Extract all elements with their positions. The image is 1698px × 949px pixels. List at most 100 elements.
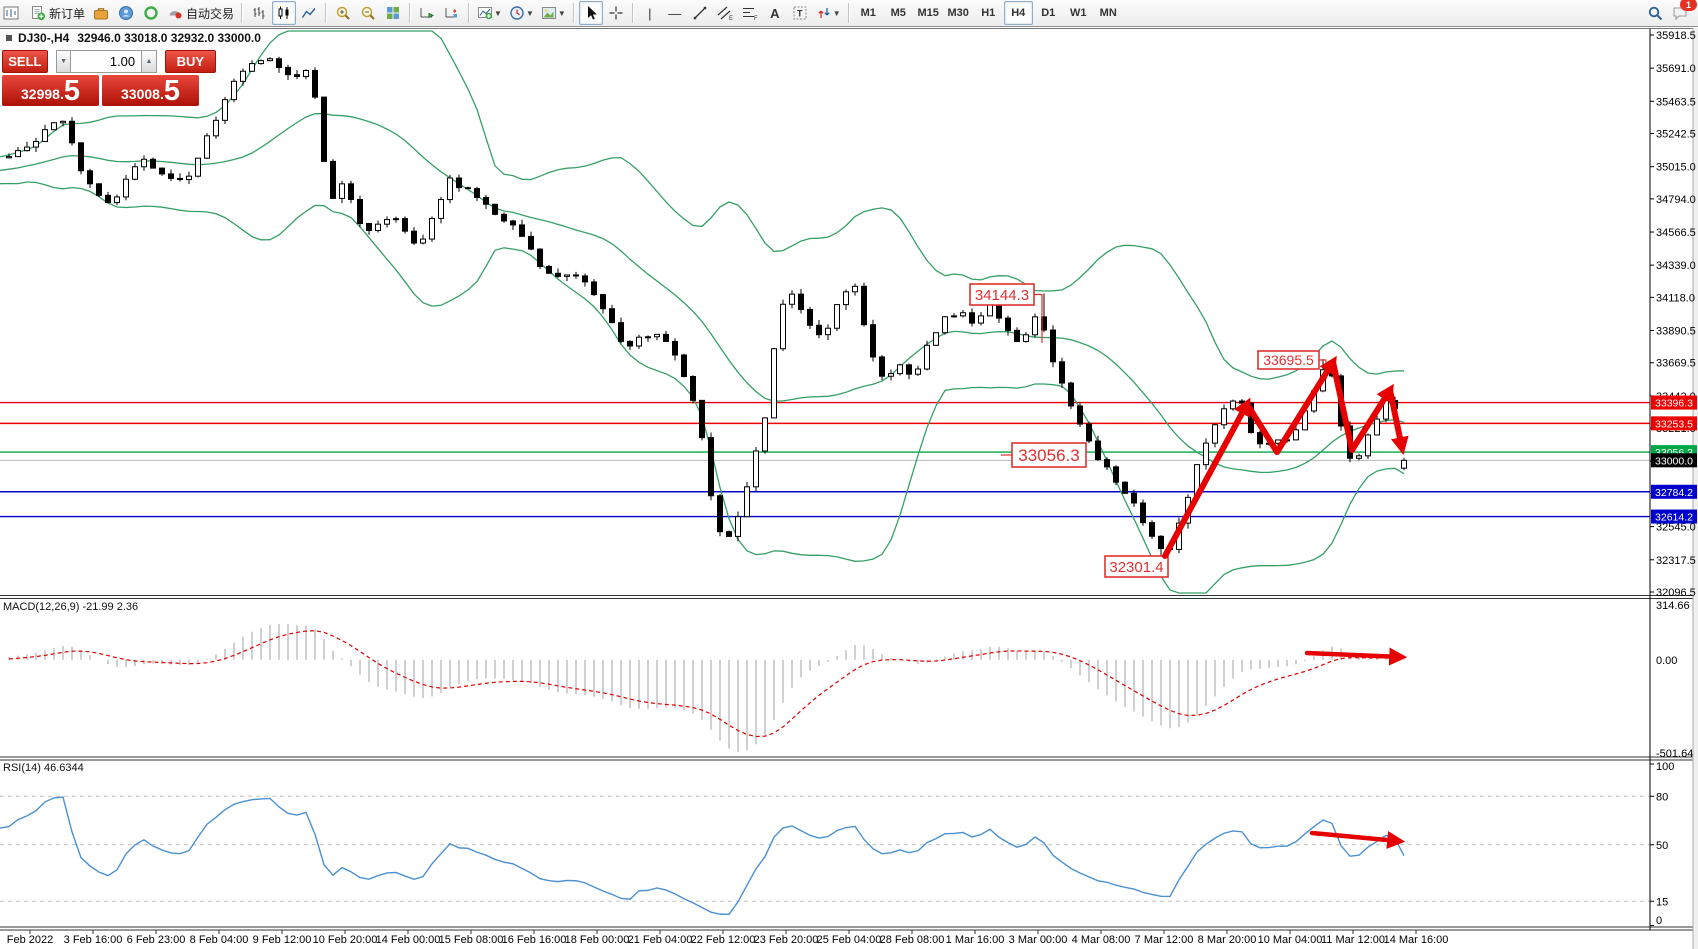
- candle-body: [700, 400, 705, 437]
- tf-d1-button[interactable]: D1: [1034, 1, 1063, 25]
- fibonacci-tool-button[interactable]: F: [738, 1, 762, 25]
- tf-m5-button[interactable]: M5: [884, 1, 913, 25]
- one-click-trading-panel: SELL ▼ 1.00 ▲ BUY 32998.5 33008.5: [2, 50, 216, 106]
- crosshair-tool-button[interactable]: [604, 1, 628, 25]
- buy-price-display[interactable]: 33008.5: [102, 75, 199, 106]
- candle-body: [898, 365, 903, 374]
- tf-m30-button[interactable]: M30: [944, 1, 973, 25]
- buy-price-main: 33008: [121, 83, 160, 105]
- community-button[interactable]: [139, 1, 163, 25]
- chart-shift-button[interactable]: [440, 1, 464, 25]
- buy-button[interactable]: BUY: [165, 50, 216, 73]
- candle-body: [502, 214, 507, 221]
- buy-price-pip: 5: [164, 78, 180, 105]
- candle-body: [592, 282, 597, 295]
- sell-button[interactable]: SELL: [2, 50, 48, 73]
- candle-body: [511, 221, 516, 225]
- vertical-line-tool-button[interactable]: |: [638, 1, 662, 25]
- chart-window-icon[interactable]: [2, 1, 26, 25]
- candle-body: [259, 61, 264, 64]
- axis-label: 6 Feb 23:00: [127, 934, 186, 946]
- candle-body: [574, 275, 579, 276]
- candle-body: [1159, 536, 1164, 548]
- candle-body: [727, 532, 732, 537]
- candle-body: [268, 59, 273, 61]
- candle-body: [403, 219, 408, 232]
- candle-body: [871, 325, 876, 357]
- macd-indicator-label: MACD(12,26,9) -21.99 2.36: [3, 601, 138, 613]
- svg-text:F: F: [754, 16, 758, 21]
- channel-tool-button[interactable]: E: [713, 1, 737, 25]
- auto-scroll-button[interactable]: [415, 1, 439, 25]
- candle-body: [610, 309, 615, 323]
- candle-body: [799, 294, 804, 309]
- candle-body: [43, 130, 48, 142]
- axis-label: 34566.5: [1656, 227, 1696, 239]
- candle-body: [1150, 523, 1155, 537]
- candle-body: [169, 174, 174, 178]
- tf-h1-button[interactable]: H1: [974, 1, 1003, 25]
- zoom-out-button[interactable]: [356, 1, 380, 25]
- candle-body: [484, 198, 489, 205]
- indicators-button[interactable]: ▼: [474, 1, 505, 25]
- axis-label: 8 Mar 20:00: [1198, 934, 1257, 946]
- sell-price-display[interactable]: 32998.5: [2, 75, 99, 106]
- line-chart-mode-button[interactable]: [297, 1, 321, 25]
- fibonacci-icon: F: [741, 5, 758, 21]
- candle-body: [844, 292, 849, 305]
- templates-button[interactable]: ▼: [538, 1, 569, 25]
- autotrading-icon: [167, 5, 183, 21]
- tf-m1-button[interactable]: M1: [854, 1, 883, 25]
- candle-body: [934, 333, 939, 346]
- tf-m15-button[interactable]: M15: [914, 1, 943, 25]
- search-button[interactable]: [1643, 1, 1667, 25]
- tf-mn-button[interactable]: MN: [1094, 1, 1123, 25]
- tf-h4-button[interactable]: H4: [1004, 1, 1033, 25]
- toolbar-separator: [848, 3, 850, 23]
- candle-body: [1357, 456, 1362, 458]
- candlestick-icon: [276, 5, 292, 21]
- cursor-tool-button[interactable]: [579, 1, 603, 25]
- bar-chart-mode-button[interactable]: [247, 1, 271, 25]
- candle-body: [754, 451, 759, 487]
- toolbar-separator: [241, 3, 243, 23]
- equidistant-channel-icon: E: [716, 5, 733, 21]
- candle-body: [1105, 460, 1110, 467]
- ohlc-bars-icon: [251, 5, 267, 21]
- candle-chart-mode-button[interactable]: [272, 1, 296, 25]
- arrows-tool-button[interactable]: ▼: [813, 1, 844, 25]
- notifications-button[interactable]: 1: [1668, 1, 1692, 25]
- zoom-in-button[interactable]: [331, 1, 355, 25]
- candle-body: [1096, 441, 1101, 460]
- tf-w1-button[interactable]: W1: [1064, 1, 1093, 25]
- candle-body: [1375, 419, 1380, 435]
- text-tool-button[interactable]: A: [763, 1, 787, 25]
- candle-body: [340, 184, 345, 199]
- candle-body: [565, 275, 570, 276]
- candle-body: [1231, 401, 1236, 409]
- label-tool-button[interactable]: T: [788, 1, 812, 25]
- candle-body: [250, 64, 255, 72]
- axis-label: 314.66: [1656, 600, 1690, 612]
- candle-body: [1132, 493, 1137, 503]
- chart-canvas[interactable]: 35918.535691.035463.535242.535015.034794…: [0, 0, 1698, 949]
- horizontal-line-tool-button[interactable]: —: [663, 1, 687, 25]
- trendline-tool-button[interactable]: [688, 1, 712, 25]
- candle-body: [358, 199, 363, 223]
- candle-body: [1033, 317, 1038, 335]
- candle-body: [916, 369, 921, 374]
- candle-body: [16, 151, 21, 157]
- volume-input[interactable]: 1.00: [71, 50, 141, 73]
- profile-button[interactable]: [114, 1, 138, 25]
- chevron-down-icon: ▼: [558, 9, 566, 18]
- axis-label: 8 Feb 04:00: [190, 934, 249, 946]
- arrow-shapes-icon: [816, 5, 832, 21]
- volume-increase-button[interactable]: ▲: [141, 50, 157, 73]
- market-watch-button[interactable]: [89, 1, 113, 25]
- autotrading-button[interactable]: 自动交易: [164, 1, 237, 25]
- volume-decrease-button[interactable]: ▼: [56, 50, 72, 73]
- new-order-button[interactable]: 新订单: [27, 1, 88, 25]
- periods-button[interactable]: ▼: [506, 1, 537, 25]
- candle-body: [1087, 424, 1092, 441]
- tile-windows-button[interactable]: [381, 1, 405, 25]
